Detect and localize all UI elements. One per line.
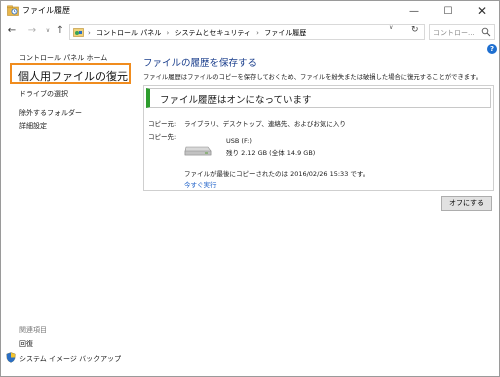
uac-shield-icon — [6, 352, 16, 363]
run-now-link[interactable]: 今すぐ実行 — [184, 179, 217, 189]
address-dropdown-button[interactable]: ∨ — [389, 24, 393, 31]
up-button[interactable]: ↑ — [53, 24, 67, 38]
breadcrumb-separator: › — [88, 29, 91, 37]
related-heading: 関連項目 — [19, 326, 47, 334]
drive-name: USB (F:) — [226, 137, 252, 145]
sidebar-item-advanced-settings[interactable]: 詳細設定 — [19, 121, 47, 131]
sidebar-item-select-drive[interactable]: ドライブの選択 — [19, 89, 68, 99]
copy-from-label: コピー元: — [148, 120, 177, 128]
last-copied-text: ファイルが最後にコピーされたのは 2016/02/26 15:33 です。 — [184, 170, 370, 178]
breadcrumb-system-security[interactable]: システムとセキュリティ — [175, 29, 251, 37]
search-placeholder: コントロー... — [433, 29, 475, 37]
search-icon[interactable] — [481, 27, 491, 37]
breadcrumb: › コントロール パネル › システムとセキュリティ › ファイル履歴 — [88, 28, 309, 38]
copy-from-value: ライブラリ、デスクトップ、連絡先、およびお気に入り — [184, 120, 346, 128]
sidebar-item-system-image-backup[interactable]: システム イメージ バックアップ — [19, 354, 121, 364]
page-description: ファイル履歴はファイルのコピーを保存しておくため、ファイルを紛失または破損した場… — [143, 74, 483, 81]
page-title: ファイルの履歴を保存する — [143, 58, 258, 69]
breadcrumb-control-panel[interactable]: コントロール パネル — [96, 29, 161, 37]
title-bar: ファイル履歴 — ☐ ✕ — [1, 1, 499, 21]
breadcrumb-separator: › — [166, 29, 170, 37]
help-icon[interactable]: ? — [487, 44, 497, 54]
drive-space: 残り 2.12 GB (全体 14.9 GB) — [226, 149, 316, 157]
sidebar-item-home[interactable]: コントロール パネル ホーム — [19, 53, 107, 63]
refresh-icon[interactable]: ↻ — [411, 25, 419, 35]
control-panel-icon — [73, 28, 84, 37]
file-history-icon — [7, 5, 19, 16]
address-bar[interactable]: › コントロール パネル › システムとセキュリティ › ファイル履歴 — [69, 24, 425, 40]
copy-to-label: コピー先: — [148, 133, 177, 141]
forward-button[interactable]: → — [25, 24, 39, 38]
file-history-window: ファイル履歴 — ☐ ✕ ← → ∨ ↑ › コントロール パネル › システム… — [0, 0, 500, 377]
breadcrumb-separator: › — [256, 29, 259, 37]
status-banner: ファイル履歴はオンになっています — [146, 88, 491, 108]
maximize-button[interactable]: ☐ — [431, 1, 465, 21]
search-input[interactable]: コントロー... — [429, 24, 495, 40]
sidebar-item-exclude-folders[interactable]: 除外するフォルダー — [19, 108, 82, 118]
status-text: ファイル履歴はオンになっています — [160, 95, 312, 106]
sidebar-item-label: 個人用ファイルの復元 — [18, 70, 128, 83]
navigation-bar: ← → ∨ ↑ › コントロール パネル › システムとセキュリティ › ファイ… — [1, 21, 499, 43]
turn-off-button[interactable]: オフにする — [441, 196, 492, 211]
breadcrumb-file-history[interactable]: ファイル履歴 — [264, 29, 306, 37]
sidebar: コントロール パネル ホーム 個人用ファイルの復元 ドライブの選択 除外するフォ… — [1, 43, 137, 377]
close-button[interactable]: ✕ — [465, 1, 499, 21]
usb-drive-icon — [184, 146, 212, 156]
sidebar-item-recovery[interactable]: 回復 — [19, 339, 33, 349]
window-title: ファイル履歴 — [22, 6, 70, 15]
minimize-button[interactable]: — — [397, 1, 431, 21]
back-button[interactable]: ← — [5, 24, 19, 38]
status-panel: ファイル履歴はオンになっています コピー元: ライブラリ、デスクトップ、連絡先、… — [143, 85, 494, 191]
sidebar-item-restore-files[interactable]: 個人用ファイルの復元 — [10, 63, 131, 84]
